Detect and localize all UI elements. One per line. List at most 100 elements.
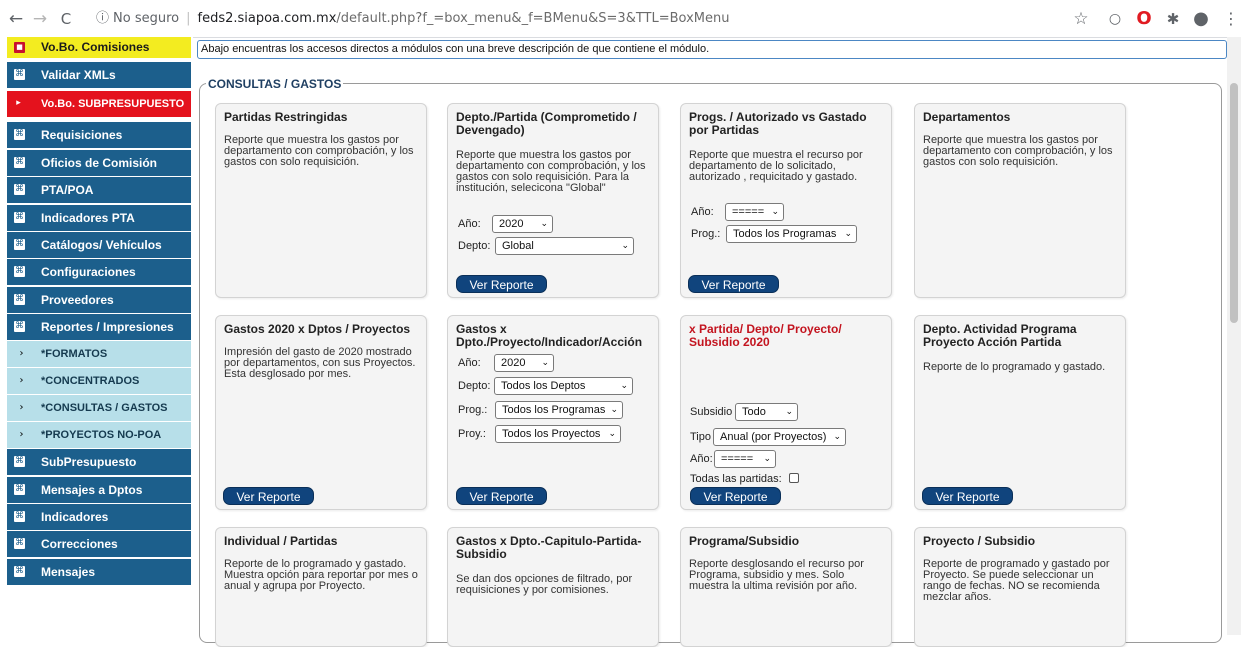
sidebar-item-configuraciones[interactable]: ⌘ Configuraciones bbox=[7, 259, 191, 285]
browser-menu-icon[interactable]: ⋮ bbox=[1220, 8, 1241, 30]
sidebar-item-label: Oficios de Comisión bbox=[41, 156, 158, 170]
sidebar-item-label: Vo.Bo. Comisiones bbox=[41, 40, 150, 54]
sidebar-item-label: Mensajes bbox=[41, 565, 96, 579]
square-icon: ■ bbox=[14, 42, 25, 53]
prog-select[interactable]: Todos los Programas ⌄ bbox=[726, 225, 857, 243]
card-depto-actividad: Depto. Actividad Programa Proyecto Acció… bbox=[914, 315, 1126, 510]
extensions-puzzle-icon[interactable]: ✱ bbox=[1162, 8, 1184, 30]
menu-box-icon: ⌘ bbox=[14, 566, 25, 577]
anio-select[interactable]: ===== ⌄ bbox=[725, 203, 784, 221]
tipo-label: Tipo bbox=[690, 431, 711, 443]
chevron-down-icon: ⌄ bbox=[610, 405, 618, 415]
anio-select[interactable]: ===== ⌄ bbox=[714, 450, 776, 468]
address-bar[interactable]: ⓘ No seguro | feds2.siapoa.com.mx/default.p… bbox=[96, 5, 1096, 33]
browser-toolbar: ← → C ⓘ No seguro | feds2.siapoa.com.mx/def… bbox=[0, 0, 1241, 38]
sidebar-item-label: Reportes / Impresiones bbox=[41, 320, 174, 334]
card-title: Gastos 2020 x Dptos / Proyectos bbox=[224, 322, 411, 336]
card-title: x Partida/ Depto/ Proyecto/ Subsidio 202… bbox=[689, 322, 842, 349]
chevron-down-icon: ⌄ bbox=[833, 432, 841, 442]
chevron-down-icon: ⌄ bbox=[844, 229, 852, 239]
url-host: feds2.siapoa.com.mx bbox=[197, 11, 337, 26]
card-description: Reporte desglosando el recurso por Progr… bbox=[689, 558, 864, 592]
sidebar-item-label: Indicadores PTA bbox=[41, 211, 135, 225]
depto-select[interactable]: Global ⌄ bbox=[495, 237, 634, 255]
arrow-right-icon: ▸ bbox=[16, 98, 21, 108]
tipo-select[interactable]: Anual (por Proyectos) ⌄ bbox=[713, 428, 846, 446]
bookmark-star-icon[interactable]: ☆ bbox=[1070, 8, 1092, 30]
sidebar-subitem-concentrados[interactable]: › *CONCENTRADOS bbox=[7, 368, 191, 394]
card-gastos-2020-dptos: Gastos 2020 x Dptos / Proyectos Impresió… bbox=[215, 315, 427, 510]
menu-box-icon: ⌘ bbox=[14, 538, 25, 549]
sidebar-item-mensajes[interactable]: ⌘ Mensajes bbox=[7, 559, 191, 585]
sidebar-item-label: Validar XMLs bbox=[41, 68, 116, 82]
ver-reporte-button[interactable]: Ver Reporte bbox=[456, 487, 547, 505]
chevron-down-icon: ⌄ bbox=[621, 241, 629, 251]
card-title: Individual / Partidas bbox=[224, 534, 338, 548]
sidebar-item-label: Configuraciones bbox=[41, 265, 136, 279]
sidebar-item-mensajes-dptos[interactable]: ⌘ Mensajes a Dptos bbox=[7, 477, 191, 503]
anio-select[interactable]: 2020 ⌄ bbox=[494, 354, 554, 372]
sidebar-item-reportes-impresiones[interactable]: ⌘ Reportes / Impresiones bbox=[7, 314, 191, 340]
sidebar-item-indicadores-pta[interactable]: ⌘ Indicadores PTA bbox=[7, 205, 191, 231]
card-title: Partidas Restringidas bbox=[224, 110, 348, 124]
back-arrow-icon[interactable]: ← bbox=[6, 9, 26, 29]
page-scrollbar[interactable] bbox=[1227, 37, 1241, 635]
chevron-down-icon: ⌄ bbox=[540, 219, 548, 229]
card-title: Progs. / Autorizado vs Gastado por Parti… bbox=[689, 110, 867, 137]
ver-reporte-button[interactable]: Ver Reporte bbox=[456, 275, 547, 293]
anio-select[interactable]: 2020 ⌄ bbox=[492, 215, 553, 233]
sidebar-menu: ■ Vo.Bo. Comisiones ⌘ Validar XMLs ▸ Vo.Bo.… bbox=[0, 37, 193, 635]
sidebar-item-label: *CONSULTAS / GASTOS bbox=[41, 402, 168, 414]
ver-reporte-button[interactable]: Ver Reporte bbox=[223, 487, 314, 505]
sidebar-item-label: SubPresupuesto bbox=[41, 455, 137, 469]
ver-reporte-button[interactable]: Ver Reporte bbox=[690, 487, 781, 505]
ver-reporte-button[interactable]: Ver Reporte bbox=[922, 487, 1013, 505]
subsidio-select[interactable]: Todo ⌄ bbox=[735, 403, 798, 421]
reload-icon[interactable]: C bbox=[56, 9, 76, 29]
card-description: Impresión del gasto de 2020 mostrado por… bbox=[224, 346, 416, 380]
sidebar-item-vobo-subpresupuesto[interactable]: ▸ Vo.Bo. SUBPRESUPUESTO bbox=[7, 91, 191, 117]
menu-box-icon: ⌘ bbox=[14, 212, 25, 223]
sidebar-item-label: *FORMATOS bbox=[41, 348, 108, 360]
card-gastos-dpto-proyecto: Gastos x Dpto./Proyecto/Indicador/Acción… bbox=[447, 315, 659, 510]
sidebar-item-indicadores[interactable]: ⌘ Indicadores bbox=[7, 504, 191, 530]
menu-box-icon: ⌘ bbox=[14, 456, 25, 467]
anio-label: Año: bbox=[458, 357, 481, 369]
opera-extension-icon[interactable]: O bbox=[1133, 8, 1155, 30]
sidebar-item-catalogos-vehiculos[interactable]: ⌘ Catálogos/ Vehículos bbox=[7, 232, 191, 258]
sidebar-item-label: Catálogos/ Vehículos bbox=[41, 238, 162, 252]
card-description: Reporte que muestra los gastos por depar… bbox=[456, 149, 646, 194]
sidebar-item-vobo-comisiones[interactable]: ■ Vo.Bo. Comisiones bbox=[7, 37, 191, 58]
sidebar-subitem-consultas-gastos[interactable]: › *CONSULTAS / GASTOS bbox=[7, 395, 191, 421]
depto-select[interactable]: Todos los Deptos ⌄ bbox=[494, 377, 633, 395]
sidebar-item-subpresupuesto[interactable]: ⌘ SubPresupuesto bbox=[7, 449, 191, 475]
anio-label: Año: bbox=[458, 218, 481, 230]
sidebar-subitem-proyectos-no-poa[interactable]: › *PROYECTOS NO-POA bbox=[7, 422, 191, 448]
forward-arrow-icon[interactable]: → bbox=[30, 9, 50, 29]
chevron-right-icon: › bbox=[19, 348, 24, 359]
chevron-right-icon: › bbox=[19, 429, 24, 440]
proy-label: Proy.: bbox=[458, 428, 486, 440]
sidebar-item-label: *CONCENTRADOS bbox=[41, 375, 140, 387]
menu-box-icon: ⌘ bbox=[14, 184, 25, 195]
card-gastos-capitulo-partida: Gastos x Dpto.-Capitulo-Partida-Subsidio… bbox=[447, 527, 659, 647]
prog-label: Prog.: bbox=[458, 404, 488, 416]
chevron-down-icon: ⌄ bbox=[785, 407, 793, 417]
sidebar-item-proveedores[interactable]: ⌘ Proveedores bbox=[7, 287, 191, 313]
proy-select[interactable]: Todos los Proyectos ⌄ bbox=[495, 425, 621, 443]
prog-select[interactable]: Todos los Programas ⌄ bbox=[495, 401, 623, 419]
sidebar-item-requisiciones[interactable]: ⌘ Requisiciones bbox=[7, 122, 191, 148]
sidebar-item-oficios-comision[interactable]: ⌘ Oficios de Comisión bbox=[7, 150, 191, 176]
todas-partidas-checkbox[interactable] bbox=[789, 473, 799, 483]
ver-reporte-button[interactable]: Ver Reporte bbox=[688, 275, 779, 293]
card-description: Reporte de programado y gastado por Proy… bbox=[923, 558, 1110, 603]
extension-circle-icon[interactable]: ○ bbox=[1104, 8, 1126, 30]
sidebar-subitem-formatos[interactable]: › *FORMATOS bbox=[7, 341, 191, 367]
profile-avatar-icon[interactable]: ● bbox=[1190, 8, 1212, 30]
sidebar-item-validar-xmls[interactable]: ⌘ Validar XMLs bbox=[7, 62, 191, 88]
sidebar-item-correcciones[interactable]: ⌘ Correcciones bbox=[7, 531, 191, 557]
sidebar-item-pta-poa[interactable]: ⌘ PTA/POA bbox=[7, 177, 191, 203]
depto-label: Depto: bbox=[458, 240, 491, 252]
scrollbar-thumb[interactable] bbox=[1230, 83, 1238, 323]
info-icon[interactable]: ⓘ bbox=[96, 11, 109, 26]
